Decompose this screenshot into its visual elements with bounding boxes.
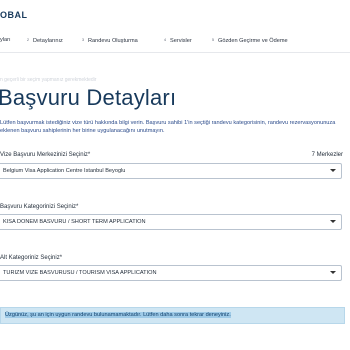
step-4[interactable]: 4 Servisler: [162, 37, 192, 44]
faded-hint: n geçerli bir seçim yapmanız gerekmekted…: [0, 77, 97, 83]
chevron-down-icon: [330, 220, 336, 223]
chevron-down-icon: [330, 169, 336, 172]
progress-steps: yları 2 Detaylarınız 3 Randevu Oluşturma 4…: [0, 34, 350, 48]
subcategory-select-label: Alt Kategoriniz Seçiniz*: [0, 255, 63, 261]
step-number: 4: [163, 37, 167, 42]
info-alert: Üzgünüz, şu an için uygun randevu buluna…: [0, 307, 345, 324]
step-3[interactable]: 3 Randevu Oluşturma: [80, 37, 138, 44]
step-number: 3: [81, 37, 85, 42]
step-number: 2: [26, 37, 30, 42]
center-select-value: Belgium Visa Application Centre Istanbul…: [3, 168, 126, 174]
center-count: 7 Merkezler: [311, 152, 343, 158]
subcategory-select[interactable]: TURIZM VIZE BASVURUSU / TOURISM VISA APP…: [0, 265, 342, 281]
step-1[interactable]: yları: [0, 37, 11, 43]
step-label: Randevu Oluşturma: [88, 38, 138, 44]
subcategory-select-value: TURIZM VIZE BASVURUSU / TOURISM VISA APP…: [3, 270, 157, 276]
top-bar: OBAL: [0, 0, 350, 30]
center-select[interactable]: Belgium Visa Application Centre Istanbul…: [0, 163, 342, 179]
page-title: Başvuru Detayları: [0, 85, 177, 110]
center-select-label: Vize Başvuru Merkezinizi Seçiniz*: [0, 152, 91, 158]
logo[interactable]: OBAL: [0, 10, 28, 20]
step-number: 5: [211, 37, 215, 42]
step-5[interactable]: 5 Gözden Geçirme ve Ödeme: [210, 37, 288, 44]
category-select[interactable]: KISA DONEM BASVURU / SHORT TERM APPLICAT…: [0, 214, 342, 230]
header-divider: [0, 52, 350, 53]
page-description: Lütfen başvurmak istediğiniz vize türü h…: [0, 120, 336, 134]
category-select-value: KISA DONEM BASVURU / SHORT TERM APPLICAT…: [3, 219, 146, 225]
step-label: Detaylarınız: [33, 38, 63, 44]
step-label: Servisler: [170, 38, 192, 44]
step-label: Gözden Geçirme ve Ödeme: [218, 38, 288, 44]
alert-message: Üzgünüz, şu an için uygun randevu buluna…: [5, 312, 231, 318]
step-label: yları: [0, 37, 11, 43]
step-2[interactable]: 2 Detaylarınız: [25, 37, 63, 44]
category-select-label: Başvuru Kategorinizi Seçiniz*: [0, 204, 79, 210]
chevron-down-icon: [330, 271, 336, 274]
